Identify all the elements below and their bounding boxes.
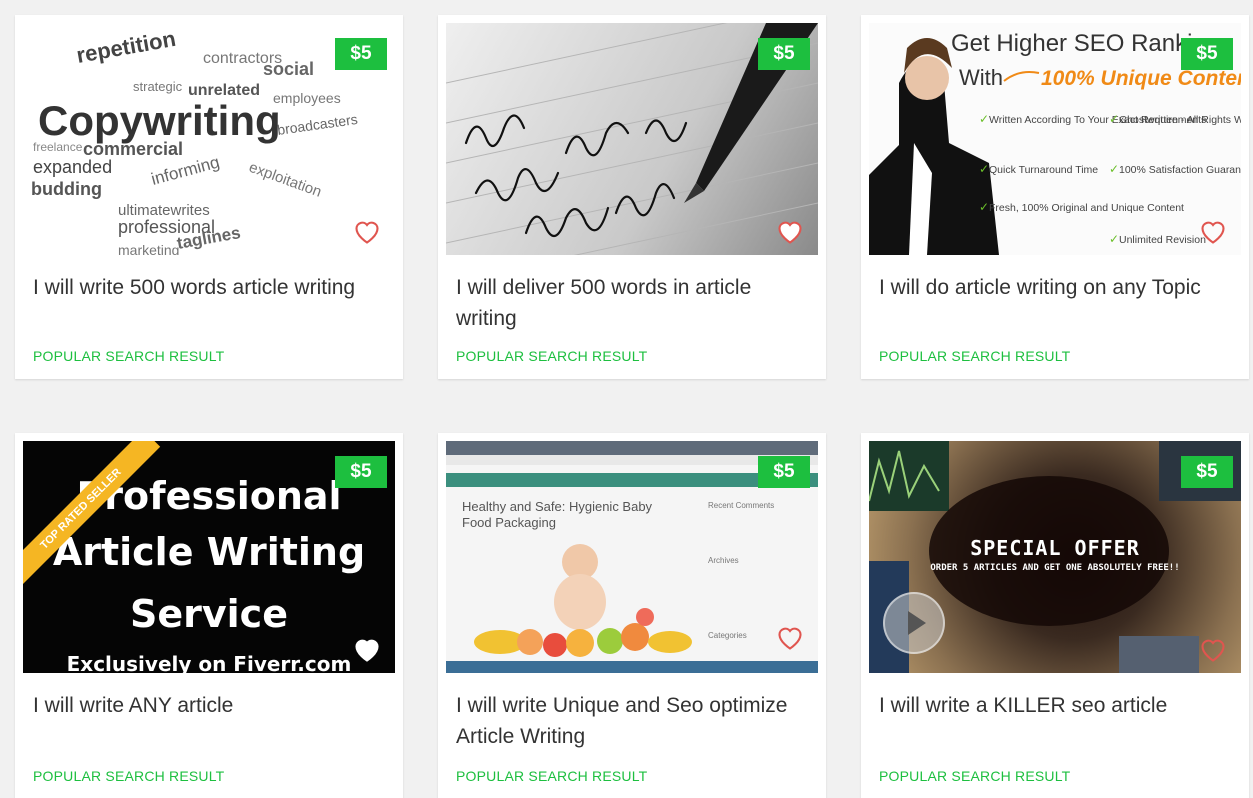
offer-title: SPECIAL OFFER <box>970 536 1140 560</box>
banner-headline: Get Higher SEO Rankin <box>951 30 1206 57</box>
popular-tag: POPULAR SEARCH RESULT <box>456 348 648 364</box>
banner-bullet: Quick Turnaround Time <box>989 164 1098 176</box>
gig-image[interactable]: $5 <box>446 23 818 255</box>
gig-card[interactable]: $5 I will deliver 500 words in article w… <box>438 15 826 379</box>
sidebar-archives: Archives <box>708 556 739 565</box>
gig-card[interactable]: Healthy and Safe: Hygienic Baby Food Pac… <box>438 433 826 798</box>
offer-subtitle: ORDER 5 ARTICLES AND GET ONE ABSOLUTELY … <box>930 563 1180 573</box>
baby-fruit-illustration <box>474 544 692 657</box>
word: ultimatewrites <box>118 202 210 219</box>
gig-title[interactable]: I will do article writing on any Topic <box>879 272 1229 303</box>
svg-text:✓: ✓ <box>1109 162 1119 176</box>
word: budding <box>31 179 102 199</box>
word: employees <box>273 90 341 106</box>
heart-icon[interactable] <box>1199 219 1227 245</box>
image-line: Service <box>130 592 288 636</box>
price-badge: $5 <box>335 456 387 488</box>
word: repetition <box>75 26 178 68</box>
play-button[interactable] <box>883 592 945 654</box>
image-line: Exclusively on Fiverr.com <box>66 652 352 673</box>
heart-icon[interactable] <box>353 219 381 245</box>
svg-text:✓: ✓ <box>1109 112 1119 126</box>
sidebar-recent: Recent Comments <box>708 501 775 510</box>
word: Copywriting <box>38 97 281 144</box>
gig-image[interactable]: repetition contractors social strategic … <box>23 23 395 255</box>
popular-tag: POPULAR SEARCH RESULT <box>456 768 648 784</box>
popular-tag: POPULAR SEARCH RESULT <box>879 768 1071 784</box>
svg-text:✓: ✓ <box>979 162 989 176</box>
banner-headline-with: With <box>959 65 1003 90</box>
banner-bullet: 100% Satisfaction Guaranteed <box>1119 164 1241 176</box>
word: strategic <box>133 79 183 94</box>
gig-card[interactable]: SPECIAL OFFER ORDER 5 ARTICLES AND GET O… <box>861 433 1249 798</box>
price-badge: $5 <box>1181 38 1233 70</box>
heart-icon[interactable] <box>1199 637 1227 663</box>
word: expanded <box>33 157 112 177</box>
svg-text:✓: ✓ <box>979 200 989 214</box>
price-badge: $5 <box>335 38 387 70</box>
banner-headline-unique: 100% Unique Content <box>1041 67 1241 90</box>
post-title: Healthy and Safe: Hygienic Baby Food Pac… <box>462 499 653 530</box>
word: marketing <box>118 242 179 255</box>
browser-toolbar <box>446 441 818 455</box>
banner-bullet: Fresh, 100% Original and Unique Content <box>989 202 1184 214</box>
svg-text:✓: ✓ <box>1109 232 1119 246</box>
svg-text:✓: ✓ <box>979 112 989 126</box>
play-icon <box>908 611 926 635</box>
gig-image[interactable]: Get Higher SEO Rankin With 100% Unique C… <box>869 23 1241 255</box>
gig-title[interactable]: I will write ANY article <box>33 690 383 721</box>
price-badge: $5 <box>758 38 810 70</box>
banner-bullet: Ghostwritten - All Rights Will Be Transf… <box>1119 114 1241 126</box>
word: freelance <box>33 140 83 154</box>
gig-card[interactable]: Get Higher SEO Rankin With 100% Unique C… <box>861 15 1249 379</box>
gig-card[interactable]: repetition contractors social strategic … <box>15 15 403 379</box>
heart-icon[interactable] <box>776 625 804 651</box>
gig-title[interactable]: I will write 500 words article writing <box>33 272 383 303</box>
popular-tag: POPULAR SEARCH RESULT <box>33 768 225 784</box>
gig-image[interactable]: Healthy and Safe: Hygienic Baby Food Pac… <box>446 441 818 673</box>
popular-tag: POPULAR SEARCH RESULT <box>879 348 1071 364</box>
banner-bullet: Unlimited Revision <box>1119 234 1206 246</box>
price-badge: $5 <box>758 456 810 488</box>
word: commercial <box>83 139 183 159</box>
heart-icon[interactable] <box>776 219 804 245</box>
gig-card[interactable]: Professional Article Writing Service Exc… <box>15 433 403 798</box>
gig-title[interactable]: I will deliver 500 words in article writ… <box>456 272 806 334</box>
gig-title[interactable]: I will write a KILLER seo article <box>879 690 1229 721</box>
gig-image[interactable]: SPECIAL OFFER ORDER 5 ARTICLES AND GET O… <box>869 441 1241 673</box>
word: social <box>263 59 314 79</box>
heart-icon[interactable] <box>353 637 381 663</box>
word: broadcasters <box>276 111 358 138</box>
popular-tag: POPULAR SEARCH RESULT <box>33 348 225 364</box>
image-line: Article Writing <box>52 530 366 574</box>
taskbar <box>446 661 818 673</box>
word: exploitation <box>247 159 324 201</box>
price-badge: $5 <box>1181 456 1233 488</box>
gig-title[interactable]: I will write Unique and Seo optimize Art… <box>456 690 806 752</box>
gig-image[interactable]: Professional Article Writing Service Exc… <box>23 441 395 673</box>
